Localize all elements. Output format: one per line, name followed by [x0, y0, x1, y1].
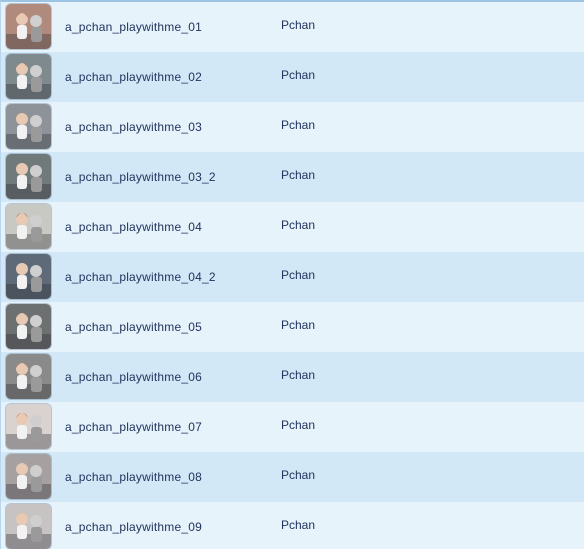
thumbnail-image — [6, 254, 51, 299]
creator-name: Pchan — [281, 18, 316, 32]
thumbnail-image — [6, 454, 51, 499]
thumbnail-image — [6, 354, 51, 399]
thumbnail-image — [6, 304, 51, 349]
creator-name: Pchan — [281, 118, 316, 132]
animation-name: a_pchan_playwithme_08 — [65, 470, 202, 484]
creator-name: Pchan — [281, 418, 316, 432]
list-item[interactable]: a_pchan_playwithme_07 Pchan — [1, 402, 584, 452]
list-item[interactable]: a_pchan_playwithme_04_2 Pchan — [1, 252, 584, 302]
list-item[interactable]: a_pchan_playwithme_08 Pchan — [1, 452, 584, 502]
animation-name: a_pchan_playwithme_06 — [65, 370, 202, 384]
animation-name: a_pchan_playwithme_01 — [65, 20, 202, 34]
thumbnail-figure-icon — [6, 4, 51, 49]
creator-name: Pchan — [281, 218, 316, 232]
creator-name: Pchan — [281, 368, 316, 382]
list-item[interactable]: a_pchan_playwithme_09 Pchan — [1, 502, 584, 549]
list-item[interactable]: a_pchan_playwithme_02 Pchan — [1, 52, 584, 102]
creator-name: Pchan — [281, 168, 316, 182]
animation-name: a_pchan_playwithme_02 — [65, 70, 202, 84]
thumbnail-figure-icon — [6, 204, 51, 249]
creator-name: Pchan — [281, 268, 316, 282]
list-item[interactable]: a_pchan_playwithme_04 Pchan — [1, 202, 584, 252]
thumbnail-figure-icon — [6, 254, 51, 299]
thumbnail-figure-icon — [6, 104, 51, 149]
animation-name: a_pchan_playwithme_07 — [65, 420, 202, 434]
animation-list-panel: a_pchan_playwithme_01 Pchan a_pchan_playwi… — [0, 0, 584, 549]
creator-name: Pchan — [281, 518, 316, 532]
thumbnail-image — [6, 204, 51, 249]
animation-name: a_pchan_playwithme_05 — [65, 320, 202, 334]
list-item[interactable]: a_pchan_playwithme_05 Pchan — [1, 302, 584, 352]
thumbnail-figure-icon — [6, 504, 51, 549]
list-item[interactable]: a_pchan_playwithme_06 Pchan — [1, 352, 584, 402]
animation-name: a_pchan_playwithme_09 — [65, 520, 202, 534]
thumbnail-image — [6, 504, 51, 549]
list-item[interactable]: a_pchan_playwithme_03_2 Pchan — [1, 152, 584, 202]
creator-name: Pchan — [281, 68, 316, 82]
thumbnail-figure-icon — [6, 154, 51, 199]
creator-name: Pchan — [281, 318, 316, 332]
thumbnail-figure-icon — [6, 304, 51, 349]
thumbnail-figure-icon — [6, 354, 51, 399]
thumbnail-image — [6, 4, 51, 49]
thumbnail-figure-icon — [6, 404, 51, 449]
list-item[interactable]: a_pchan_playwithme_01 Pchan — [1, 2, 584, 52]
creator-name: Pchan — [281, 468, 316, 482]
thumbnail-image — [6, 104, 51, 149]
animation-name: a_pchan_playwithme_03 — [65, 120, 202, 134]
thumbnail-figure-icon — [6, 454, 51, 499]
animation-name: a_pchan_playwithme_04 — [65, 220, 202, 234]
thumbnail-image — [6, 404, 51, 449]
list-item[interactable]: a_pchan_playwithme_03 Pchan — [1, 102, 584, 152]
thumbnail-image — [6, 54, 51, 99]
thumbnail-image — [6, 154, 51, 199]
animation-name: a_pchan_playwithme_03_2 — [65, 170, 216, 184]
animation-name: a_pchan_playwithme_04_2 — [65, 270, 216, 284]
animation-list: a_pchan_playwithme_01 Pchan a_pchan_playwi… — [1, 2, 584, 549]
thumbnail-figure-icon — [6, 54, 51, 99]
